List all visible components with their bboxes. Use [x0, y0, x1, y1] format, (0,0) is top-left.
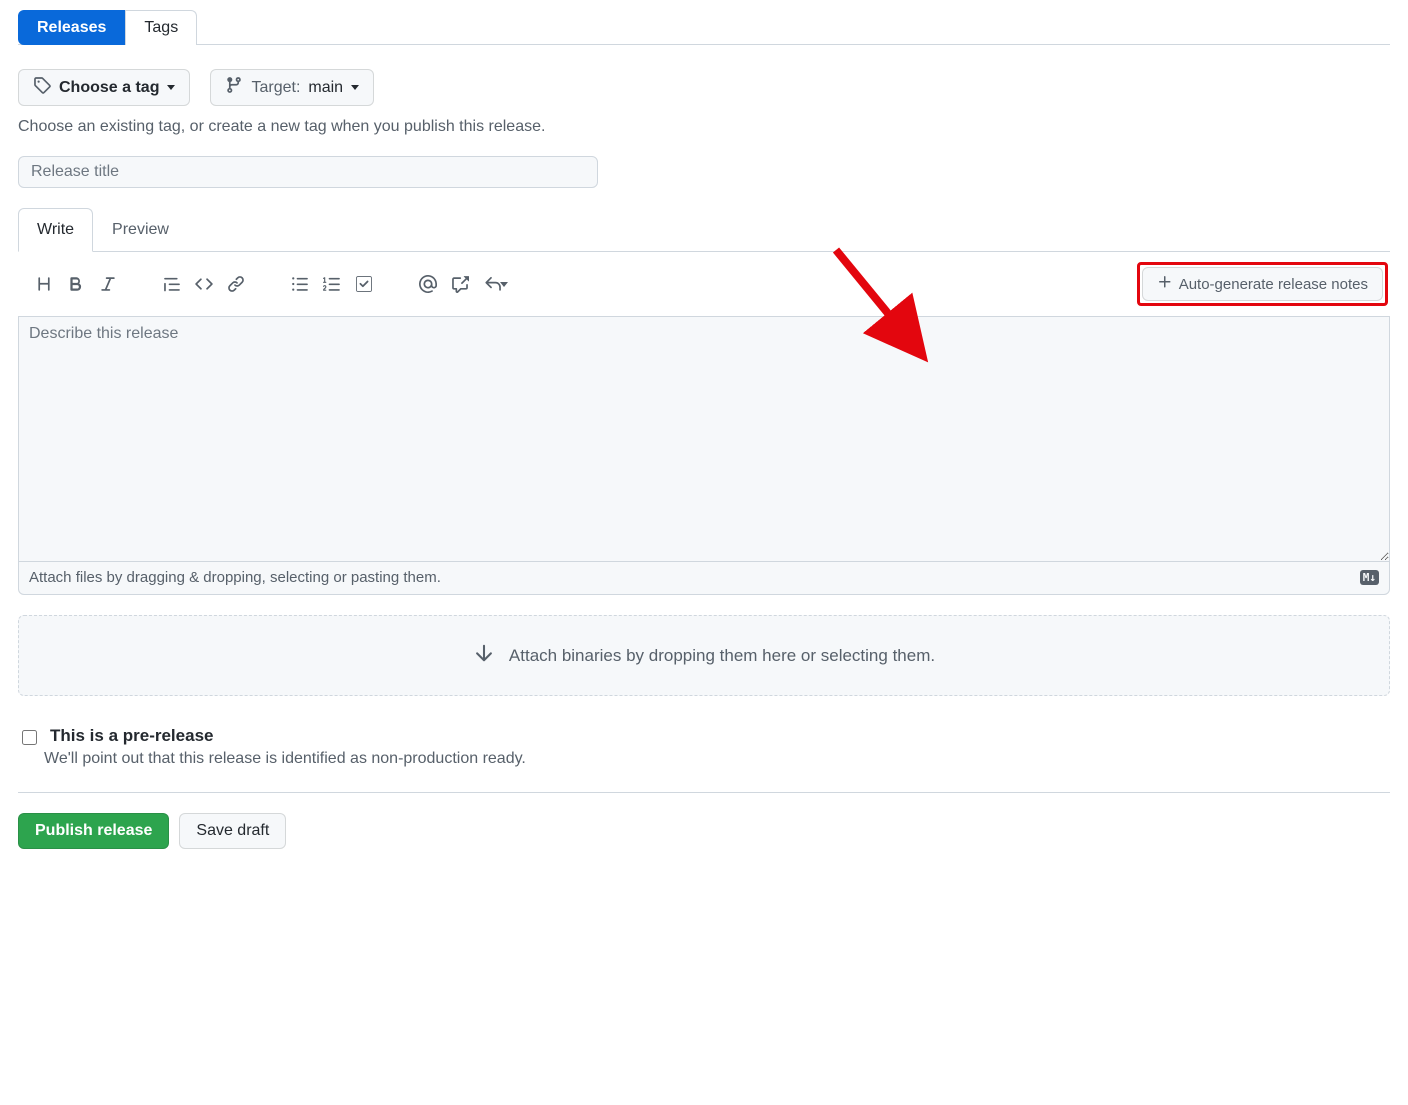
selectors-row: Choose a tag Target: main — [18, 69, 1390, 106]
attach-binaries-text: Attach binaries by dropping them here or… — [509, 646, 935, 666]
auto-generate-highlight: Auto-generate release notes — [1137, 262, 1388, 306]
target-button[interactable]: Target: main — [210, 69, 374, 106]
save-draft-button[interactable]: Save draft — [179, 813, 286, 849]
tag-icon — [33, 76, 51, 99]
editor-tab-preview[interactable]: Preview — [93, 208, 188, 252]
code-icon[interactable] — [188, 270, 220, 298]
attach-files-bar[interactable]: Attach files by dragging & dropping, sel… — [18, 560, 1390, 595]
prerelease-subtitle: We'll point out that this release is ide… — [44, 750, 1390, 768]
editor-tab-write[interactable]: Write — [18, 208, 93, 252]
plus-icon — [1157, 274, 1173, 294]
prerelease-title: This is a pre-release — [50, 726, 213, 746]
attach-binaries-zone[interactable]: Attach binaries by dropping them here or… — [18, 615, 1390, 696]
tasklist-icon[interactable] — [348, 270, 380, 298]
caret-down-icon — [167, 85, 175, 90]
nav-tabs: Releases Tags — [18, 10, 1390, 45]
actions-row: Publish release Save draft — [18, 813, 1390, 849]
unordered-list-icon[interactable] — [284, 270, 316, 298]
choose-tag-button[interactable]: Choose a tag — [18, 69, 190, 106]
editor-tabs: Write Preview — [18, 208, 1390, 252]
italic-icon[interactable] — [92, 270, 124, 298]
tab-tags[interactable]: Tags — [125, 10, 197, 45]
publish-button[interactable]: Publish release — [18, 813, 169, 849]
ordered-list-icon[interactable] — [316, 270, 348, 298]
heading-icon[interactable] — [28, 270, 60, 298]
target-value: main — [308, 79, 343, 97]
prerelease-section: This is a pre-release We'll point out th… — [18, 726, 1390, 793]
markdown-icon[interactable]: M↓ — [1360, 570, 1379, 585]
cross-reference-icon[interactable] — [444, 270, 476, 298]
attach-files-text: Attach files by dragging & dropping, sel… — [29, 569, 441, 586]
description-textarea[interactable] — [18, 317, 1390, 562]
quote-icon[interactable] — [156, 270, 188, 298]
target-label: Target: — [251, 79, 300, 97]
prerelease-label[interactable]: This is a pre-release — [18, 726, 1390, 748]
editor-toolbar: Auto-generate release notes — [18, 252, 1390, 317]
link-icon[interactable] — [220, 270, 252, 298]
mention-icon[interactable] — [412, 270, 444, 298]
release-title-input[interactable] — [18, 156, 598, 188]
branch-icon — [225, 76, 243, 99]
tag-hint-text: Choose an existing tag, or create a new … — [18, 118, 1390, 136]
tab-releases[interactable]: Releases — [18, 10, 125, 45]
prerelease-checkbox[interactable] — [22, 730, 37, 745]
reply-icon[interactable] — [476, 270, 516, 298]
choose-tag-label: Choose a tag — [59, 79, 159, 97]
arrow-down-icon — [473, 642, 495, 669]
auto-generate-label: Auto-generate release notes — [1179, 276, 1368, 293]
auto-generate-button[interactable]: Auto-generate release notes — [1142, 267, 1383, 301]
caret-down-icon — [351, 85, 359, 90]
bold-icon[interactable] — [60, 270, 92, 298]
